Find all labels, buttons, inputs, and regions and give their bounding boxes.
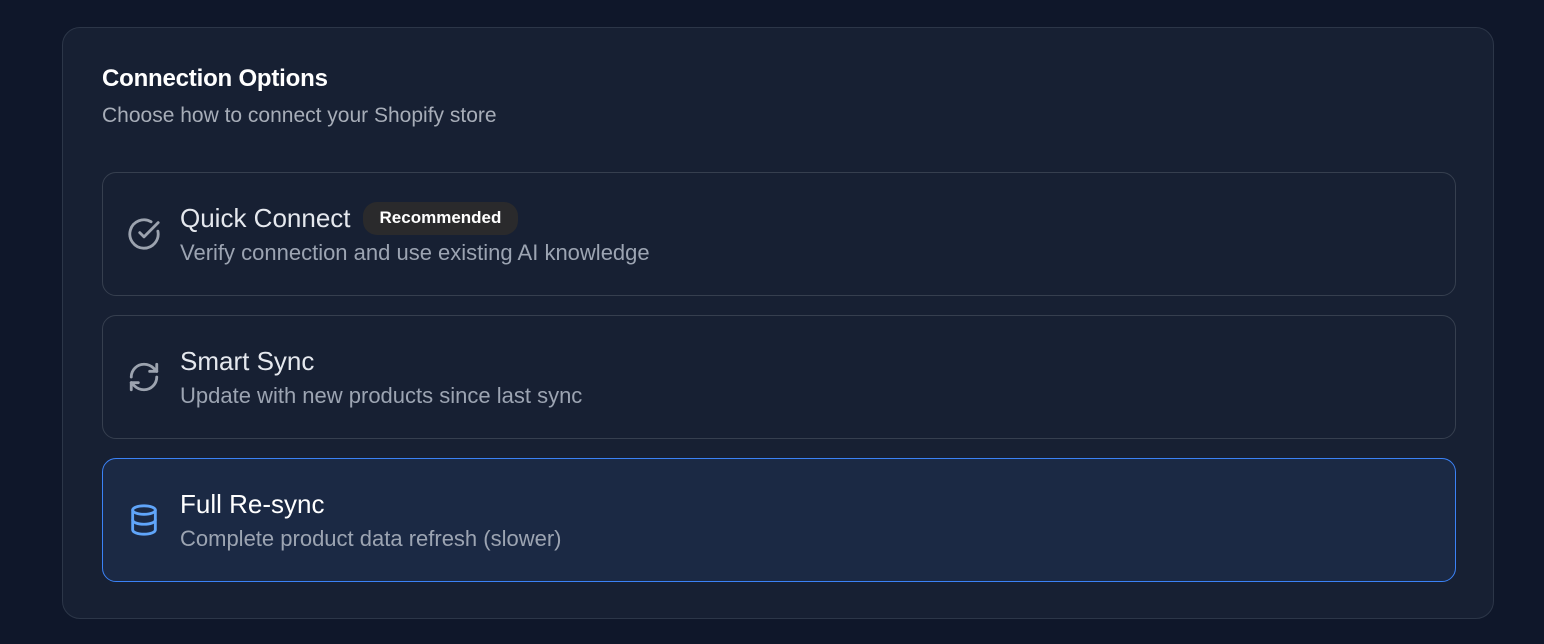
option-description: Update with new products since last sync — [180, 383, 583, 408]
option-title-row: Smart Sync — [180, 344, 314, 378]
option-full-resync[interactable]: Full Re-sync Complete product data refre… — [102, 458, 1456, 582]
refresh-icon — [127, 360, 161, 394]
option-quick-connect[interactable]: Quick Connect Recommended Verify connect… — [102, 172, 1456, 296]
page: Connection Options Choose how to connect… — [0, 0, 1544, 644]
option-smart-sync[interactable]: Smart Sync Update with new products sinc… — [102, 315, 1456, 439]
panel-title: Connection Options — [102, 65, 328, 92]
panel-subtitle: Choose how to connect your Shopify store — [102, 104, 497, 127]
option-title-row: Quick Connect Recommended — [180, 201, 519, 235]
option-title: Full Re-sync — [180, 488, 325, 519]
connection-options-panel: Connection Options Choose how to connect… — [62, 27, 1494, 619]
option-title: Quick Connect — [180, 202, 351, 233]
option-description: Complete product data refresh (slower) — [180, 526, 562, 551]
database-icon — [127, 503, 161, 537]
option-title: Smart Sync — [180, 345, 315, 376]
option-title-row: Full Re-sync — [180, 487, 324, 521]
recommended-badge: Recommended — [362, 201, 519, 235]
option-description: Verify connection and use existing AI kn… — [180, 240, 650, 265]
circle-check-icon — [127, 217, 161, 251]
